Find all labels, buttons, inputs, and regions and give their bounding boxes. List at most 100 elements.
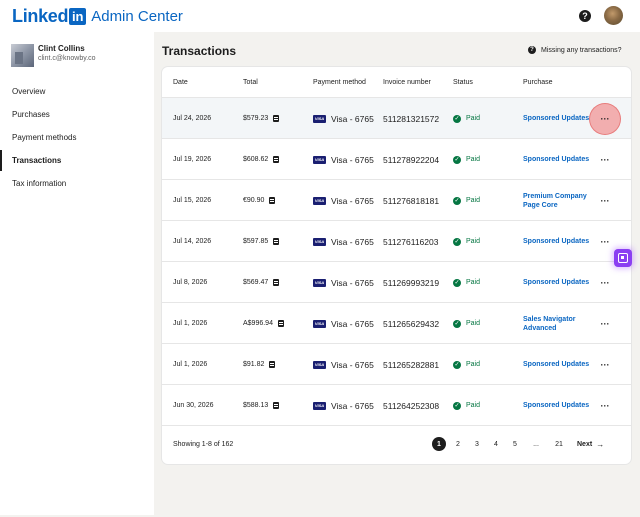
- receipt-icon[interactable]: [273, 238, 280, 245]
- pagination: 1 2 3 4 5... 21 Next →: [432, 437, 604, 451]
- row-total: €90.90: [243, 180, 276, 221]
- app-title: Admin Center: [91, 8, 183, 25]
- row-total-amount: $579.23: [243, 115, 269, 122]
- row-invoice-number: 511264252308: [383, 400, 440, 411]
- more-options-button[interactable]: ···: [600, 139, 610, 180]
- user-card: Clint Collins clint.c@knowby.co: [11, 44, 96, 67]
- user-email: clint.c@knowby.co: [38, 55, 96, 62]
- row-status: ✓ Paid: [453, 98, 480, 139]
- profile-avatar[interactable]: [604, 6, 623, 25]
- page-1-button[interactable]: 1: [432, 437, 446, 451]
- floating-extension-button[interactable]: [614, 249, 632, 267]
- more-options-button[interactable]: ···: [600, 262, 610, 303]
- row-status-label: Paid: [466, 361, 481, 368]
- row-total-amount: $597.85: [243, 238, 269, 245]
- table-row[interactable]: Jul 14, 2026 $597.85 VISA Visa - 6765 511276…: [162, 221, 631, 262]
- table-row[interactable]: Jul 1, 2026 A$996.94 VISA Visa - 6765 511265…: [162, 303, 631, 344]
- row-invoice-number: 511276818181: [383, 195, 440, 206]
- table-row[interactable]: Jul 24, 2026 $579.23 VISA Visa - 6765 511281…: [162, 98, 631, 139]
- row-purchase-link[interactable]: Sponsored Updates: [523, 385, 595, 426]
- help-icon[interactable]: ?: [579, 10, 591, 22]
- more-options-button[interactable]: ···: [600, 180, 610, 221]
- header-invoice-number: Invoice number: [383, 79, 431, 86]
- more-options-button[interactable]: ···: [600, 98, 610, 139]
- row-purchase-link[interactable]: Sponsored Updates: [523, 262, 595, 303]
- linkedin-logo[interactable]: Linked in Admin Center: [12, 6, 183, 27]
- more-options-button[interactable]: ···: [600, 385, 610, 426]
- missing-transactions-link[interactable]: ? Missing any transactions?: [528, 46, 622, 54]
- table-row[interactable]: Jul 1, 2026 $91.82 VISA Visa - 6765 51126528…: [162, 344, 631, 385]
- row-payment-label: Visa - 6765: [331, 154, 374, 165]
- next-page-button[interactable]: Next →: [577, 440, 604, 449]
- receipt-icon[interactable]: [273, 156, 280, 163]
- row-payment-label: Visa - 6765: [331, 277, 374, 288]
- row-status: ✓ Paid: [453, 303, 480, 344]
- more-options-button[interactable]: ···: [600, 303, 610, 344]
- row-total: A$996.94: [243, 303, 284, 344]
- more-options-button[interactable]: ···: [600, 221, 610, 262]
- table-row[interactable]: Jul 19, 2026 $608.62 VISA Visa - 6765 511278…: [162, 139, 631, 180]
- row-total-amount: $588.13: [243, 402, 269, 409]
- more-options-button[interactable]: ···: [600, 344, 610, 385]
- row-total: $91.82: [243, 344, 276, 385]
- page-3-button[interactable]: 3: [470, 437, 484, 451]
- row-payment-method: VISA Visa - 6765: [313, 221, 374, 262]
- row-purchase-link[interactable]: Sponsored Updates: [523, 221, 595, 262]
- sidebar-item-payment-methods[interactable]: Payment methods: [0, 126, 154, 149]
- sidebar-item-transactions[interactable]: Transactions: [0, 149, 154, 172]
- user-avatar: [11, 44, 34, 67]
- check-circle-icon: ✓: [453, 196, 461, 205]
- row-total: $569.47: [243, 262, 280, 303]
- table-row[interactable]: Jun 30, 2026 $588.13 VISA Visa - 6765 511264…: [162, 385, 631, 426]
- row-status: ✓ Paid: [453, 385, 480, 426]
- row-total: $588.13: [243, 385, 280, 426]
- row-date: Jul 1, 2026: [173, 361, 208, 368]
- page-5-button[interactable]: 5: [508, 437, 522, 451]
- header-purchase: Purchase: [523, 79, 553, 86]
- next-label: Next: [577, 440, 593, 448]
- row-date: Jun 30, 2026: [173, 402, 214, 409]
- sidebar-item-purchases[interactable]: Purchases: [0, 103, 154, 126]
- page-ellipsis: ...: [533, 440, 539, 448]
- visa-card-icon: VISA: [313, 360, 326, 369]
- row-date: Jul 24, 2026: [173, 115, 212, 122]
- page-title: Transactions: [162, 44, 237, 58]
- top-bar: Linked in Admin Center ?: [0, 0, 640, 32]
- row-purchase-link[interactable]: Sponsored Updates: [523, 98, 595, 139]
- page-2-button[interactable]: 2: [451, 437, 465, 451]
- visa-card-icon: VISA: [313, 401, 326, 410]
- row-payment-method: VISA Visa - 6765: [313, 385, 374, 426]
- row-purchase-link[interactable]: Premium Company Page Core: [523, 180, 595, 221]
- page-21-button[interactable]: 21: [550, 437, 568, 451]
- row-invoice-number: 511265629432: [383, 318, 440, 329]
- user-name: Clint Collins: [38, 44, 85, 53]
- receipt-icon[interactable]: [273, 279, 280, 286]
- page-4-button[interactable]: 4: [489, 437, 503, 451]
- row-status: ✓ Paid: [453, 180, 480, 221]
- receipt-icon[interactable]: [269, 361, 276, 368]
- row-purchase-link[interactable]: Sponsored Updates: [523, 139, 595, 180]
- receipt-icon[interactable]: [269, 197, 276, 204]
- row-purchase-link[interactable]: Sponsored Updates: [523, 344, 595, 385]
- sidebar-nav: Overview Purchases Payment methods Transact…: [0, 80, 154, 195]
- row-payment-label: Visa - 6765: [331, 195, 374, 206]
- row-invoice-number: 511281321572: [383, 113, 440, 124]
- row-status-label: Paid: [466, 320, 481, 327]
- row-payment-label: Visa - 6765: [331, 113, 374, 124]
- header-status: Status: [453, 79, 473, 86]
- row-payment-method: VISA Visa - 6765: [313, 98, 374, 139]
- table-row[interactable]: Jul 8, 2026 $569.47 VISA Visa - 6765 5112699…: [162, 262, 631, 303]
- receipt-icon[interactable]: [273, 402, 280, 409]
- receipt-icon[interactable]: [273, 115, 280, 122]
- table-row[interactable]: Jul 15, 2026 €90.90 VISA Visa - 6765 5112768…: [162, 180, 631, 221]
- sidebar-item-overview[interactable]: Overview: [0, 80, 154, 103]
- row-status: ✓ Paid: [453, 344, 480, 385]
- receipt-icon[interactable]: [277, 320, 284, 327]
- row-payment-method: VISA Visa - 6765: [313, 344, 374, 385]
- check-circle-icon: ✓: [453, 155, 461, 164]
- row-payment-label: Visa - 6765: [331, 236, 374, 247]
- row-status-label: Paid: [466, 197, 481, 204]
- row-purchase-link[interactable]: Sales Navigator Advanced: [523, 303, 595, 344]
- sidebar-item-tax-information[interactable]: Tax information: [0, 172, 154, 195]
- row-status: ✓ Paid: [453, 262, 480, 303]
